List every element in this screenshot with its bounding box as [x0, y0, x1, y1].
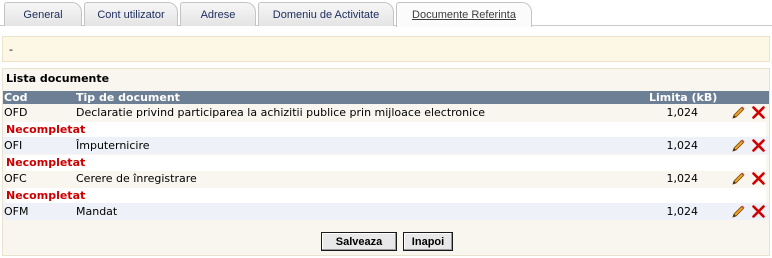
pencil-icon[interactable]: [731, 138, 746, 153]
tab-domeniu-de-activitate[interactable]: Domeniu de Activitate: [258, 2, 394, 26]
delete-x-icon[interactable]: [751, 138, 766, 153]
cell-tip: Mandat: [76, 205, 118, 218]
status-label: Necompletat: [6, 155, 766, 171]
table-header: Cod Tip de document Limita (kB): [3, 91, 769, 104]
delete-x-icon[interactable]: [751, 105, 766, 120]
table-row: OFM Mandat 1,024: [3, 203, 769, 220]
back-button[interactable]: Inapoi: [403, 232, 453, 251]
cell-cod: OFD: [4, 106, 28, 119]
documents-panel: Lista documente Cod Tip de document Limi…: [2, 68, 770, 256]
cell-tip: Cerere de înregistrare: [76, 172, 197, 185]
cell-cod: OFI: [4, 139, 23, 152]
info-text: -: [9, 43, 13, 56]
panel-title: Lista documente: [6, 72, 110, 85]
cell-cod: OFM: [4, 205, 29, 218]
tab-bar: General Cont utilizator Adrese Domeniu d…: [0, 0, 772, 27]
cell-limita: 1,024: [666, 205, 699, 218]
cell-tip: Declaratie privind participarea la achiz…: [76, 106, 486, 119]
info-box: -: [2, 36, 770, 62]
cell-limita: 1,024: [666, 172, 699, 185]
table-row: OFC Cerere de înregistrare 1,024: [3, 170, 769, 187]
status-label: Necompletat: [6, 122, 766, 138]
pencil-icon[interactable]: [731, 105, 746, 120]
table-row: OFD Declaratie privind participarea la a…: [3, 104, 769, 121]
cell-limita: 1,024: [666, 139, 699, 152]
delete-x-icon[interactable]: [751, 171, 766, 186]
delete-x-icon[interactable]: [751, 204, 766, 219]
cell-tip: Împuternicire: [76, 139, 150, 152]
column-header-cod: Cod: [4, 91, 28, 104]
table-row: OFI Împuternicire 1,024: [3, 137, 769, 154]
button-bar: Salveaza Inapoi: [3, 229, 769, 255]
cell-limita: 1,024: [666, 106, 699, 119]
status-label: Necompletat: [6, 188, 766, 204]
tab-documente-referinta[interactable]: Documente Referinta: [396, 2, 532, 27]
cell-cod: OFC: [4, 172, 27, 185]
column-header-limita: Limita (kB): [649, 91, 718, 104]
column-header-tip: Tip de document: [76, 91, 180, 104]
save-button[interactable]: Salveaza: [321, 232, 397, 251]
pencil-icon[interactable]: [731, 171, 746, 186]
tab-cont-utilizator[interactable]: Cont utilizator: [84, 2, 178, 26]
pencil-icon[interactable]: [731, 204, 746, 219]
tab-general[interactable]: General: [4, 2, 82, 26]
tab-adrese[interactable]: Adrese: [180, 2, 256, 26]
